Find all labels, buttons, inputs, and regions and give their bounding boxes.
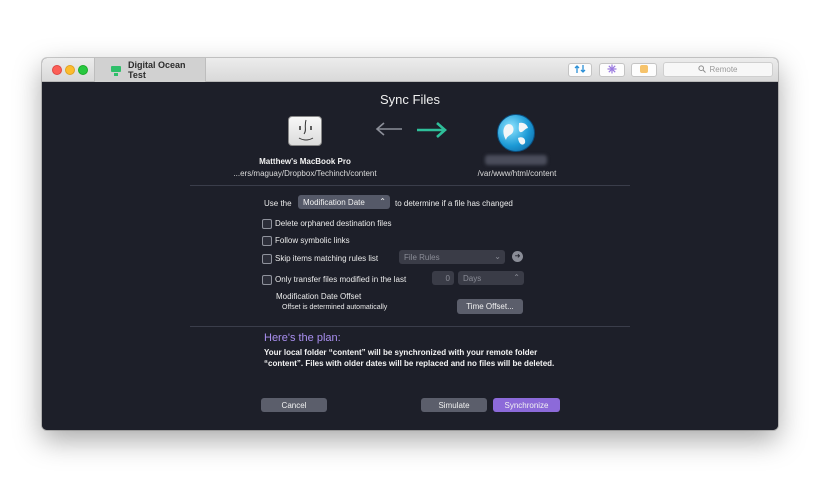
follow-symlinks-checkbox[interactable]: [262, 236, 272, 246]
arrow-right-icon[interactable]: [416, 122, 448, 143]
compare-prefix-label: Use the: [264, 199, 292, 208]
chevron-down-icon: ⌄: [494, 252, 501, 261]
delete-orphaned-label: Delete orphaned destination files: [275, 219, 392, 228]
follow-symlinks-label: Follow symbolic links: [275, 236, 350, 245]
sync-button[interactable]: [599, 63, 625, 77]
title-bar: Digital Ocean Test Remote: [42, 58, 778, 82]
activity-icon: [639, 61, 649, 79]
arrow-circle-icon: ➜: [514, 253, 521, 260]
days-unit-popup[interactable]: Days ⌃: [458, 271, 524, 285]
destination-name: [485, 155, 547, 165]
transfer-direction-button[interactable]: [568, 63, 592, 77]
source-name: Matthew's MacBook Pro: [259, 157, 351, 166]
sync-burst-icon: [607, 61, 617, 79]
globe-icon: [497, 114, 535, 152]
close-window-button[interactable]: [52, 65, 62, 75]
delete-orphaned-checkbox[interactable]: [262, 219, 272, 229]
destination-path: /var/www/html/content: [477, 169, 557, 178]
server-icon: [110, 64, 122, 76]
divider-top: [190, 185, 630, 186]
compare-method-value: Modification Date: [303, 197, 365, 207]
offset-description: Offset is determined automatically: [282, 304, 388, 311]
skip-items-label: Skip items matching rules list: [275, 254, 379, 263]
search-icon: [698, 64, 707, 75]
offset-title: Modification Date Offset: [276, 292, 362, 301]
divider-bottom: [190, 326, 630, 327]
arrow-left-icon: [375, 122, 403, 141]
file-rules-popup[interactable]: File Rules ⌄: [399, 250, 505, 264]
updown-chevron-icon: ⌃: [513, 273, 520, 282]
file-rules-placeholder: File Rules: [404, 252, 440, 262]
go-to-rules-button[interactable]: ➜: [512, 251, 523, 262]
remote-search-field[interactable]: Remote: [663, 62, 773, 77]
sheet-title: Sync Files: [380, 92, 440, 107]
source-path: ...ers/maguay/Dropbox/Techinch/content: [233, 169, 377, 178]
finder-icon: [288, 116, 322, 146]
app-window: Digital Ocean Test Remote Sync Files Mat…: [42, 58, 778, 430]
synchronize-button[interactable]: Synchronize: [493, 398, 560, 412]
activity-button[interactable]: [631, 63, 657, 77]
zoom-window-button[interactable]: [78, 65, 88, 75]
time-offset-button[interactable]: Time Offset...: [457, 299, 523, 314]
tab-title: Digital Ocean Test: [128, 60, 186, 80]
skip-items-checkbox[interactable]: [262, 254, 272, 264]
days-count-field[interactable]: 0: [432, 271, 454, 285]
transfer-arrows-icon: [574, 61, 586, 79]
only-transfer-label: Only transfer files modified in the last: [275, 275, 407, 284]
compare-suffix-label: to determine if a file has changed: [395, 199, 513, 208]
tab-digital-ocean-test[interactable]: Digital Ocean Test: [94, 58, 206, 82]
only-transfer-checkbox[interactable]: [262, 275, 272, 285]
simulate-button[interactable]: Simulate: [421, 398, 487, 412]
plan-description: Your local folder “content” will be sync…: [264, 348, 555, 368]
updown-chevron-icon: ⌃: [379, 197, 386, 206]
sync-sheet: Sync Files Matthew's MacBook Pro ...ers/…: [42, 82, 778, 430]
search-placeholder: Remote: [709, 65, 738, 74]
minimize-window-button[interactable]: [65, 65, 75, 75]
cancel-button[interactable]: Cancel: [261, 398, 327, 412]
plan-heading: Here's the plan:: [264, 332, 341, 344]
compare-method-popup[interactable]: Modification Date ⌃: [298, 195, 390, 209]
days-unit-value: Days: [463, 273, 482, 283]
